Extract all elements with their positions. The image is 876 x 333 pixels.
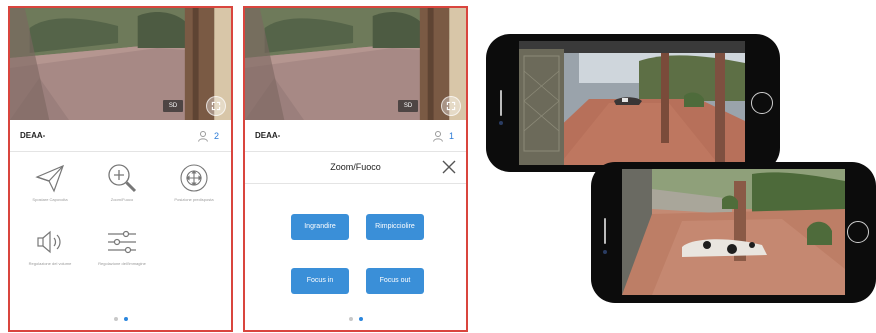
phone-camera — [603, 250, 607, 254]
fullscreen-camera-view[interactable] — [622, 169, 845, 295]
zoom-out-button[interactable]: Rimpicciolire — [366, 214, 424, 240]
speaker-volume-icon — [37, 230, 61, 254]
zoom-panel-header: Zoom/Fuoco — [245, 152, 466, 184]
phone-speaker — [500, 90, 502, 116]
quality-badge[interactable]: SD — [163, 100, 183, 112]
menu-item-caption: Regolazione del volume — [28, 261, 72, 266]
phone-home-button[interactable] — [751, 92, 773, 114]
phone-camera — [499, 121, 503, 125]
zoom-in-button[interactable]: Ingrandire — [291, 214, 349, 240]
fullscreen-icon[interactable] — [206, 96, 226, 116]
device-bar: DEAA- 1 — [245, 120, 466, 152]
composite-figure: SD DEAA- 2 Spostare Capovolta Zoom/Fuoco — [0, 0, 876, 333]
landscape-phone-bottom — [591, 162, 876, 303]
phone-home-button[interactable] — [847, 221, 869, 243]
device-name: DEAA- — [255, 131, 281, 140]
viewer-count-value: 1 — [448, 131, 454, 141]
camera-live-view[interactable]: SD — [245, 8, 466, 120]
paper-plane-icon — [35, 164, 65, 193]
app-screen-menu: SD DEAA- 2 Spostare Capovolta Zoom/Fuoco — [8, 6, 233, 332]
page-indicator[interactable] — [245, 317, 466, 321]
user-icon — [432, 131, 443, 142]
viewer-count-value: 2 — [213, 131, 219, 141]
preset-position-icon — [180, 164, 208, 192]
phone-speaker — [604, 218, 606, 244]
landscape-phone-top — [486, 34, 780, 172]
device-name: DEAA- — [20, 131, 46, 140]
viewer-count: 1 — [432, 129, 454, 143]
sliders-icon — [108, 230, 136, 254]
close-icon[interactable] — [440, 158, 458, 176]
page-indicator[interactable] — [10, 317, 231, 321]
viewer-count: 2 — [197, 129, 219, 143]
fullscreen-camera-view[interactable] — [519, 41, 745, 165]
menu-item-image[interactable]: Regolazione dell'immagine — [90, 226, 154, 266]
menu-item-caption: Spostare Capovolta — [32, 197, 68, 202]
camera-live-view[interactable]: SD — [10, 8, 231, 120]
quality-badge[interactable]: SD — [398, 100, 418, 112]
menu-item-caption: Regolazione dell'immagine — [98, 261, 146, 266]
zoom-in-icon — [108, 164, 137, 193]
device-bar: DEAA- 2 — [10, 120, 231, 152]
menu-item-preset[interactable]: Posizione predisposta — [162, 162, 226, 202]
focus-out-button[interactable]: Focus out — [366, 268, 424, 294]
panel-title: Zoom/Fuoco — [330, 162, 381, 172]
menu-item-zoom[interactable]: Zoom/Fuoco — [90, 162, 154, 202]
user-icon — [197, 131, 208, 142]
menu-item-volume[interactable]: Regolazione del volume — [18, 226, 82, 266]
page-dot[interactable] — [113, 317, 118, 321]
menu-item-caption: Zoom/Fuoco — [110, 197, 134, 202]
focus-in-button[interactable]: Focus in — [291, 268, 349, 294]
menu-item-flip[interactable]: Spostare Capovolta — [18, 162, 82, 202]
menu-item-caption: Posizione predisposta — [174, 197, 214, 202]
app-screen-zoom: SD DEAA- 1 Zoom/Fuoco Ingrandire Rimpicc… — [243, 6, 468, 332]
fullscreen-icon[interactable] — [441, 96, 461, 116]
page-dot[interactable] — [348, 317, 353, 321]
page-dot-active[interactable] — [358, 317, 363, 321]
page-dot-active[interactable] — [123, 317, 128, 321]
